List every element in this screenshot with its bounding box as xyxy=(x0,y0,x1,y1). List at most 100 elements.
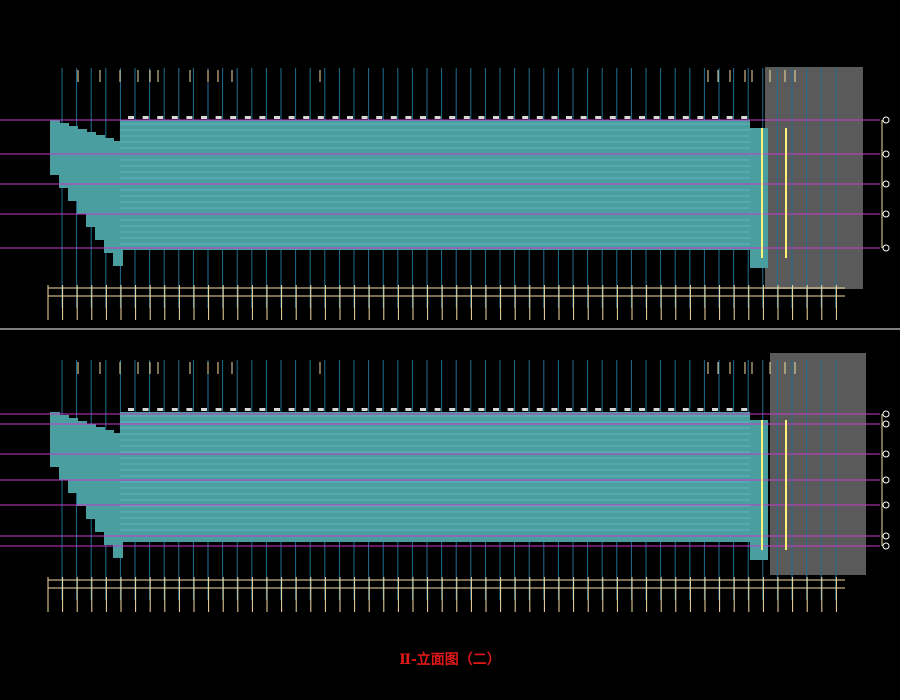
column-marker xyxy=(215,408,222,411)
level-marker xyxy=(882,450,890,458)
column-marker xyxy=(347,116,353,119)
level-marker xyxy=(882,116,890,124)
column-marker xyxy=(142,116,149,119)
column-marker xyxy=(390,116,397,119)
column-marker xyxy=(128,408,134,411)
column-marker xyxy=(303,116,310,119)
shaded-block xyxy=(765,67,863,289)
column-marker xyxy=(405,116,412,119)
level-marker xyxy=(882,501,890,509)
column-marker xyxy=(536,116,543,119)
column-marker xyxy=(201,116,207,119)
column-marker xyxy=(551,116,558,119)
dimension-chain xyxy=(47,577,845,612)
level-marker xyxy=(882,180,890,188)
column-marker xyxy=(536,408,543,411)
column-markers xyxy=(128,408,748,411)
column-marker xyxy=(157,408,164,411)
column-marker xyxy=(274,116,280,119)
column-marker xyxy=(434,116,441,119)
column-marker xyxy=(741,116,748,119)
column-marker xyxy=(493,116,499,119)
column-marker xyxy=(171,116,178,119)
column-marker xyxy=(712,116,718,119)
facade-step xyxy=(86,132,96,227)
column-marker xyxy=(712,408,718,411)
panel-stripes xyxy=(120,415,750,537)
facade-right xyxy=(750,128,768,268)
column-marker xyxy=(522,408,529,411)
column-marker xyxy=(376,408,383,411)
column-marker xyxy=(405,408,412,411)
column-marker xyxy=(463,408,470,411)
column-markers xyxy=(128,116,748,119)
column-marker xyxy=(566,408,572,411)
facade-step xyxy=(50,120,60,175)
level-marker xyxy=(882,244,890,252)
column-marker xyxy=(259,116,266,119)
column-marker xyxy=(317,408,324,411)
column-marker xyxy=(624,408,631,411)
facade-step xyxy=(95,135,105,240)
column-marker xyxy=(726,408,733,411)
column-marker xyxy=(668,408,675,411)
facade-step xyxy=(104,430,114,545)
column-marker xyxy=(682,408,689,411)
column-marker xyxy=(595,116,602,119)
level-marker xyxy=(882,150,890,158)
column-marker xyxy=(639,408,645,411)
column-marker xyxy=(376,116,383,119)
column-marker xyxy=(493,408,499,411)
column-marker xyxy=(230,116,237,119)
level-marker xyxy=(882,476,890,484)
column-marker xyxy=(244,116,251,119)
column-marker xyxy=(420,408,426,411)
facade-step xyxy=(77,129,87,214)
facade-step xyxy=(59,123,69,188)
column-marker xyxy=(507,116,514,119)
facade-step xyxy=(68,418,78,493)
level-marker xyxy=(882,542,890,550)
column-marker xyxy=(288,408,295,411)
column-marker xyxy=(697,116,704,119)
column-marker xyxy=(361,116,368,119)
column-marker xyxy=(347,408,353,411)
level-marker xyxy=(882,410,890,418)
column-marker xyxy=(580,408,587,411)
facade-right xyxy=(750,420,768,560)
column-marker xyxy=(171,408,178,411)
column-marker xyxy=(157,116,164,119)
column-marker xyxy=(639,116,645,119)
column-marker xyxy=(303,408,310,411)
column-marker xyxy=(420,116,426,119)
column-marker xyxy=(653,408,660,411)
level-marker xyxy=(882,420,890,428)
level-marker xyxy=(882,532,890,540)
column-marker xyxy=(244,408,251,411)
column-marker xyxy=(288,116,295,119)
column-marker xyxy=(595,408,602,411)
facade-main xyxy=(120,412,750,542)
column-marker xyxy=(449,408,456,411)
column-marker xyxy=(507,408,514,411)
facade-main xyxy=(120,120,750,250)
cad-elevation-drawing xyxy=(0,67,900,612)
shaded-block xyxy=(770,353,866,575)
column-marker xyxy=(653,116,660,119)
column-marker xyxy=(186,116,193,119)
top-ticks xyxy=(77,362,796,374)
drawing-title: Ⅱ-立面图（二） xyxy=(399,652,501,668)
column-marker xyxy=(274,408,280,411)
facade-step xyxy=(50,412,60,467)
upper-elevation xyxy=(0,67,890,320)
column-marker xyxy=(580,116,587,119)
column-marker xyxy=(551,408,558,411)
column-marker xyxy=(697,408,704,411)
column-marker xyxy=(259,408,266,411)
column-marker xyxy=(215,116,222,119)
column-marker xyxy=(186,408,193,411)
facade-step xyxy=(77,421,87,506)
column-marker xyxy=(128,116,134,119)
column-marker xyxy=(522,116,529,119)
dimension-chain xyxy=(47,285,845,320)
